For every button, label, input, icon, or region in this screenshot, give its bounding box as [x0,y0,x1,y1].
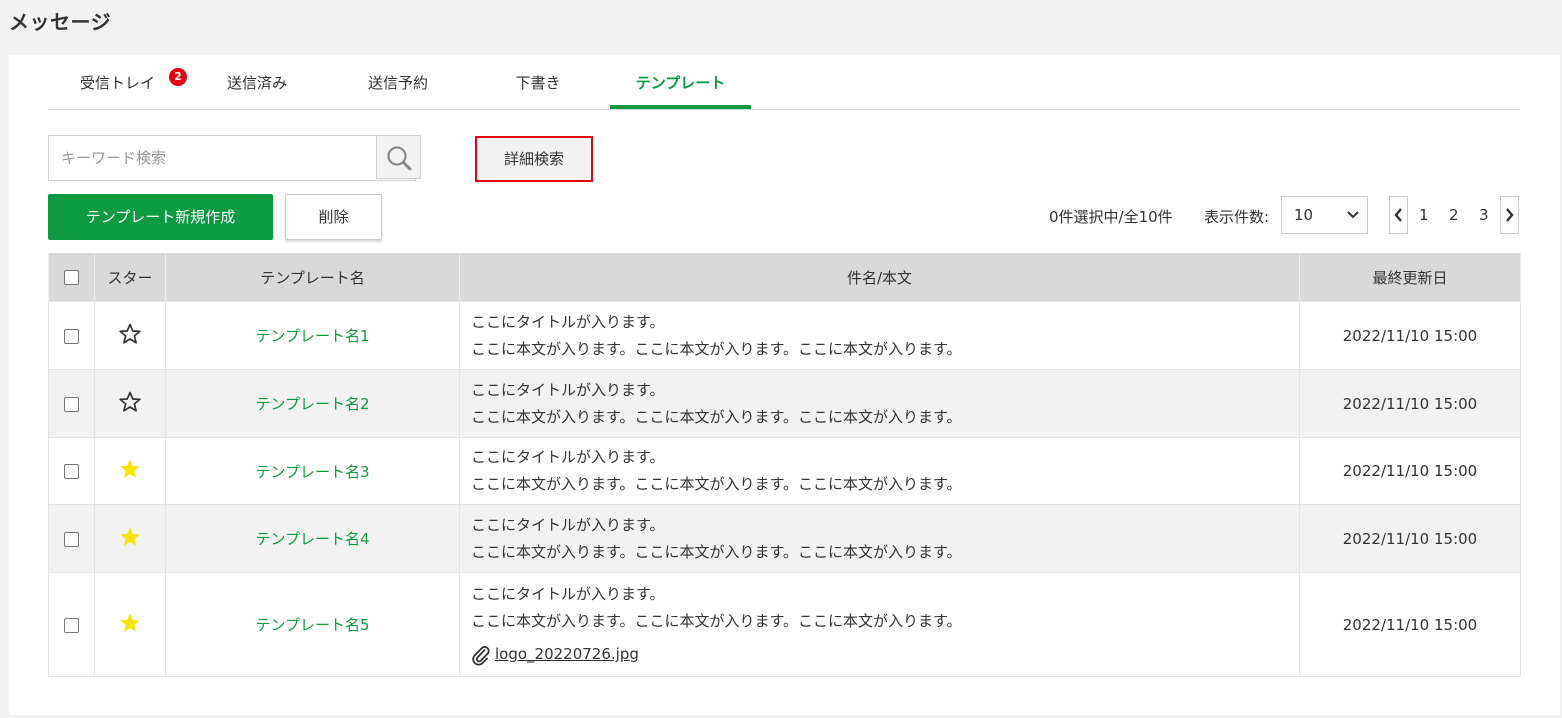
template-name-link[interactable]: テンプレート名2 [255,395,369,413]
subject-body-cell: ここにタイトルが入ります。 ここに本文が入ります。ここに本文が入ります。ここに本… [459,301,1300,370]
tab-inbox[interactable]: 受信トレイ [70,55,165,109]
tab-sent-label: 送信済み [226,74,287,92]
unread-badge: 2 [169,68,187,86]
delete-button[interactable]: 削除 [285,194,382,240]
star-outline-icon[interactable] [118,322,142,346]
subject-body-cell: ここにタイトルが入ります。 ここに本文が入ります。ここに本文が入ります。ここに本… [459,572,1300,677]
message-body: ここに本文が入ります。ここに本文が入ります。ここに本文が入ります。 [471,407,962,426]
advanced-search-button[interactable]: 詳細検索 [475,136,593,182]
updated-cell: 2022/11/10 15:00 [1299,437,1521,505]
header-star: スター [94,253,166,302]
template-name-cell: テンプレート名3 [165,437,460,505]
row-select-cell [48,369,95,438]
page-link-2[interactable]: 2 [1449,206,1459,224]
message-body: ここに本文が入ります。ここに本文が入ります。ここに本文が入ります。 [471,542,962,561]
star-filled-icon[interactable] [118,611,142,635]
selection-count: 0件選択中/全10件 [1049,208,1173,226]
tab-scheduled-label: 送信予約 [367,74,428,92]
star-filled-icon[interactable] [118,457,142,481]
updated-cell: 2022/11/10 15:00 [1299,504,1521,573]
search-box [48,135,425,181]
per-page-label: 表示件数: [1204,208,1270,226]
updated-cell: 2022/11/10 15:00 [1299,369,1521,438]
template-name-link[interactable]: テンプレート名3 [255,463,369,481]
star-cell [94,437,166,505]
star-outline-icon[interactable] [118,390,142,414]
search-button[interactable] [376,135,421,179]
attachment-link[interactable]: logo_20220726.jpg [495,641,639,668]
page-link-3[interactable]: 3 [1479,206,1489,224]
row-checkbox[interactable] [64,617,79,633]
template-name-link[interactable]: テンプレート名5 [255,616,369,634]
table-header-row: スター テンプレート名 件名/本文 最終更新日 [48,253,1521,302]
subject-body-cell: ここにタイトルが入ります。 ここに本文が入ります。ここに本文が入ります。ここに本… [459,437,1300,505]
message-title: ここにタイトルが入ります。 [471,380,665,399]
tab-templates[interactable]: テンプレート [610,55,751,109]
row-checkbox[interactable] [64,464,79,479]
star-cell [94,504,166,573]
header-subject-body: 件名/本文 [459,253,1300,302]
updated-cell: 2022/11/10 15:00 [1299,572,1521,677]
message-title: ここにタイトルが入ります。 [471,585,665,603]
template-name-cell: テンプレート名1 [165,301,460,370]
chevron-left-icon [1394,208,1402,222]
table-row: テンプレート名4 ここにタイトルが入ります。 ここに本文が入ります。ここに本文が… [48,504,1521,573]
template-name-cell: テンプレート名2 [165,369,460,438]
chevron-down-icon [1347,211,1359,219]
message-body: ここに本文が入ります。ここに本文が入ります。ここに本文が入ります。 [471,475,962,493]
message-title: ここにタイトルが入ります。 [471,515,665,534]
table-row: テンプレート名1 ここにタイトルが入ります。 ここに本文が入ります。ここに本文が… [48,301,1521,370]
star-cell [94,572,166,677]
row-select-cell [48,437,95,505]
row-checkbox[interactable] [64,328,79,344]
tab-drafts-label: 下書き [515,74,561,92]
tab-drafts[interactable]: 下書き [491,55,585,109]
attachment: logo_20220726.jpg [471,641,1298,668]
subject-body-cell: ここにタイトルが入ります。 ここに本文が入ります。ここに本文が入ります。ここに本… [459,369,1300,438]
create-template-button[interactable]: テンプレート新規作成 [48,194,273,240]
row-checkbox[interactable] [64,531,79,547]
select-all-checkbox[interactable] [64,270,79,285]
template-name-cell: テンプレート名4 [165,504,460,573]
row-select-cell [48,301,95,370]
tab-bar: 受信トレイ 2 送信済み 送信予約 下書き テンプレート [48,55,1520,110]
star-filled-icon[interactable] [118,525,142,549]
table-row: テンプレート名5 ここにタイトルが入ります。 ここに本文が入ります。ここに本文が… [48,572,1521,677]
message-body: ここに本文が入ります。ここに本文が入ります。ここに本文が入ります。 [471,612,962,630]
message-title: ここにタイトルが入ります。 [471,448,665,466]
page-link-1[interactable]: 1 [1419,206,1429,224]
main-panel: 受信トレイ 2 送信済み 送信予約 下書き テンプレート 詳細検索 テンプレート… [9,55,1560,715]
template-name-cell: テンプレート名5 [165,572,460,677]
row-select-cell [48,572,95,677]
search-input[interactable] [49,136,425,180]
subject-body-cell: ここにタイトルが入ります。 ここに本文が入ります。ここに本文が入ります。ここに本… [459,504,1300,573]
template-name-link[interactable]: テンプレート名1 [255,327,369,345]
row-checkbox[interactable] [64,396,79,412]
message-body: ここに本文が入ります。ここに本文が入ります。ここに本文が入ります。 [471,339,962,358]
header-template-name: テンプレート名 [165,253,460,302]
row-select-cell [48,504,95,573]
next-page-button[interactable] [1500,196,1519,234]
star-cell [94,369,166,438]
updated-cell: 2022/11/10 15:00 [1299,301,1521,370]
table-row: テンプレート名3 ここにタイトルが入ります。 ここに本文が入ります。ここに本文が… [48,437,1521,505]
template-table: スター テンプレート名 件名/本文 最終更新日 テンプレート名1 ここにタイトル… [48,253,1521,677]
chevron-right-icon [1506,208,1514,222]
tab-sent[interactable]: 送信済み [210,55,304,109]
header-last-updated: 最終更新日 [1299,253,1521,302]
page-title: メッセージ [9,10,112,34]
search-icon [387,146,412,171]
per-page-select[interactable]: 10 [1281,196,1368,234]
prev-page-button[interactable] [1389,196,1408,234]
tab-templates-label: テンプレート [635,74,726,92]
per-page-value: 10 [1294,206,1314,224]
tab-inbox-label: 受信トレイ [79,74,155,92]
paperclip-icon [472,645,490,665]
table-row: テンプレート名2 ここにタイトルが入ります。 ここに本文が入ります。ここに本文が… [48,369,1521,438]
star-cell [94,301,166,370]
template-name-link[interactable]: テンプレート名4 [255,530,369,548]
select-all-header [48,253,95,302]
message-title: ここにタイトルが入ります。 [471,312,665,331]
tab-scheduled[interactable]: 送信予約 [351,55,445,109]
